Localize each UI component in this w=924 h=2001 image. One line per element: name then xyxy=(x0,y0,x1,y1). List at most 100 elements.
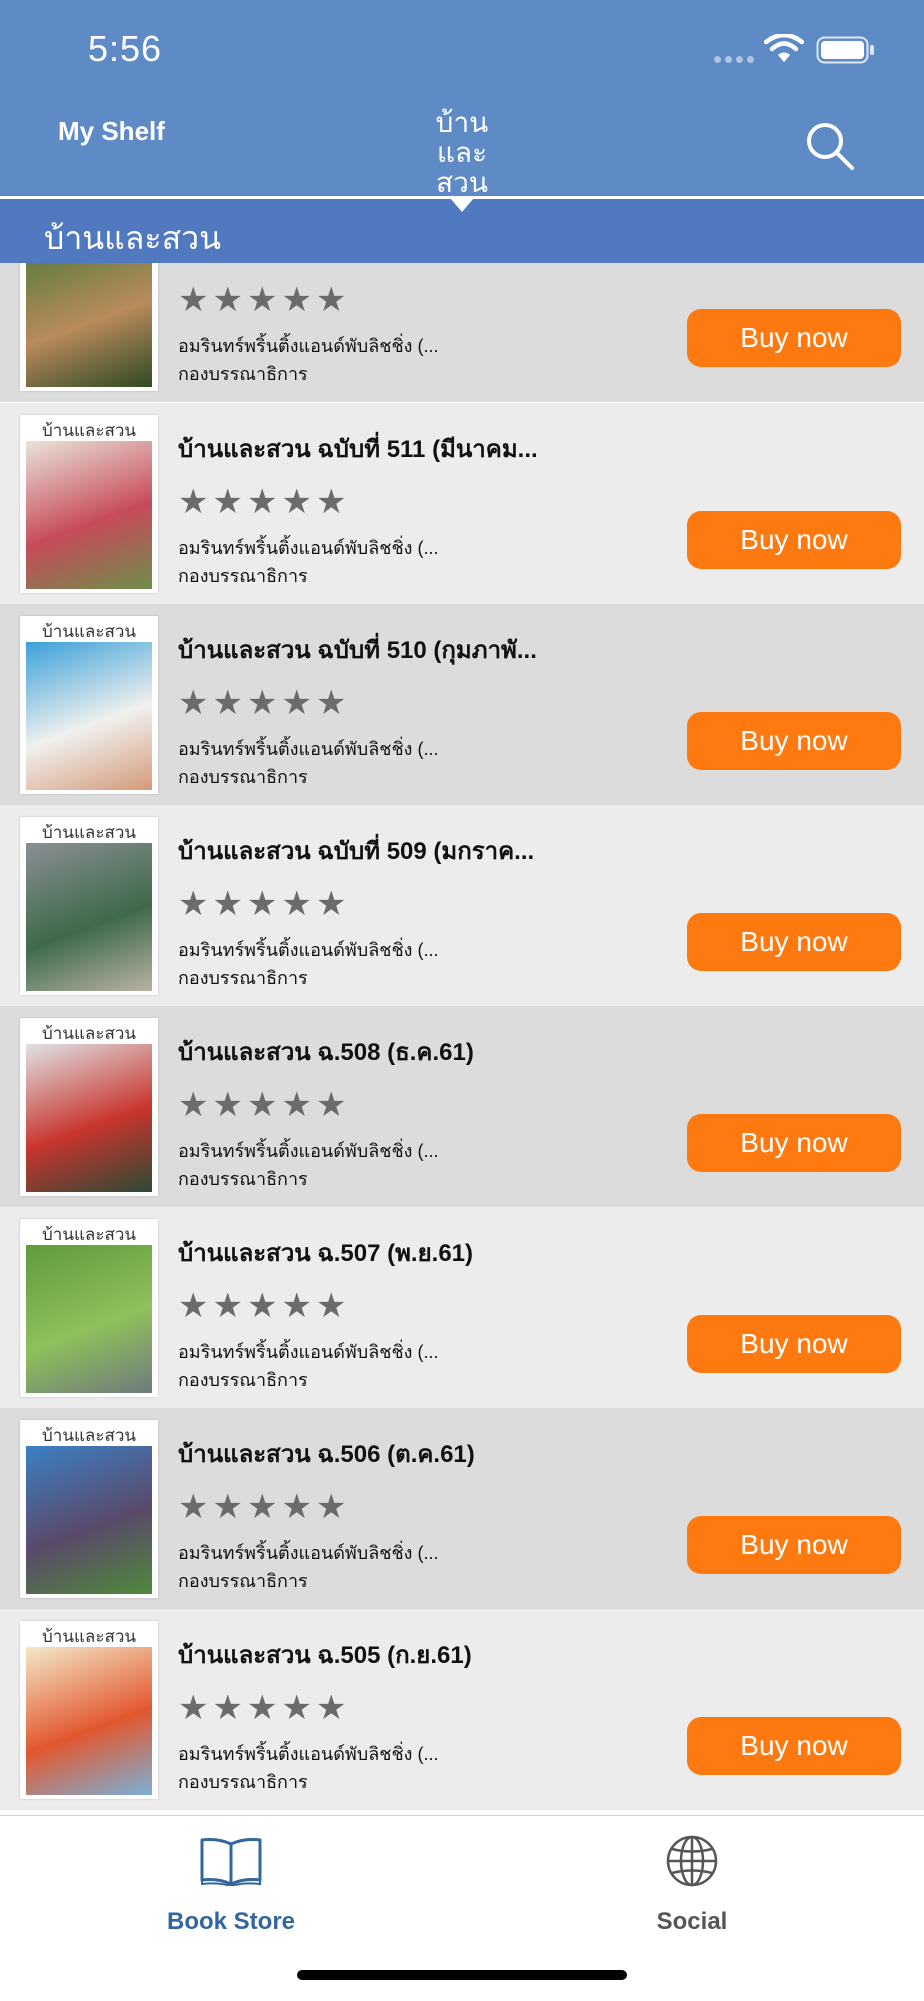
section-title: บ้านและสวน xyxy=(44,220,221,256)
tab-book-store-label: Book Store xyxy=(166,1908,295,1935)
star-icon: ★ xyxy=(212,684,243,722)
buy-now-button[interactable]: Buy now xyxy=(687,1516,901,1574)
star-icon: ★ xyxy=(281,281,312,319)
book-author: กองบรรณาธิการ xyxy=(178,767,308,787)
star-icon: ★ xyxy=(281,885,312,923)
book-author: กองบรรณาธิการ xyxy=(178,968,308,988)
star-icon: ★ xyxy=(246,684,278,722)
star-rating: ★ ★ ★ ★ ★ xyxy=(178,1088,346,1122)
star-icon: ★ xyxy=(315,1086,347,1124)
star-icon: ★ xyxy=(315,483,347,521)
star-icon: ★ xyxy=(212,281,243,319)
book-cover[interactable]: บ้านและสวน xyxy=(20,817,158,995)
star-icon: ★ xyxy=(246,483,278,521)
star-icon: ★ xyxy=(281,1287,312,1325)
star-rating: ★ ★ ★ ★ ★ xyxy=(178,1691,346,1725)
star-icon: ★ xyxy=(178,483,209,521)
search-icon[interactable] xyxy=(804,120,856,172)
star-icon: ★ xyxy=(212,1689,243,1727)
star-icon: ★ xyxy=(281,483,312,521)
buy-now-button[interactable]: Buy now xyxy=(687,1315,901,1373)
book-title[interactable]: บ้านและสวน ฉ.506 (ต.ค.61) xyxy=(178,1434,738,1473)
star-icon: ★ xyxy=(281,684,312,722)
home-indicator xyxy=(297,1970,627,1980)
buy-now-button[interactable]: Buy now xyxy=(687,712,901,770)
book-author: กองบรรณาธิการ xyxy=(178,1772,308,1792)
buy-now-button[interactable]: Buy now xyxy=(687,1114,901,1172)
tab-book-store[interactable]: Book Store xyxy=(131,1836,331,1936)
book-list[interactable]: บ้านและสวน บ้านและสวน ฉบับที่ 512 (เมษาย.… xyxy=(0,263,924,1815)
book-publisher: อมรินทร์พริ้นติ้งแอนด์พับลิชชิ่ง (... xyxy=(178,1342,439,1362)
book-title[interactable]: บ้านและสวน ฉ.505 (ก.ย.61) xyxy=(178,1635,738,1674)
cover-image xyxy=(26,843,152,991)
book-title[interactable]: บ้านและสวน ฉ.508 (ธ.ค.61) xyxy=(178,1032,738,1071)
star-icon: ★ xyxy=(212,1287,243,1325)
cover-image xyxy=(26,441,152,589)
cover-image xyxy=(26,1446,152,1594)
cover-masthead: บ้านและสวน xyxy=(41,421,136,441)
book-row[interactable]: บ้านและสวน บ้านและสวน ฉ.508 (ธ.ค.61) ★ ★ ★ ★ ★… xyxy=(0,1006,924,1207)
tab-social[interactable]: Social xyxy=(592,1835,792,1936)
book-row[interactable]: บ้านและสวน บ้านและสวน ฉบับที่ 510 (กุมภาพ… xyxy=(0,604,924,805)
star-icon: ★ xyxy=(212,1086,243,1124)
cover-masthead: บ้านและสวน xyxy=(41,823,136,843)
book-row[interactable]: บ้านและสวน บ้านและสวน ฉบับที่ 511 (มีนาคม… xyxy=(0,403,924,604)
book-author: กองบรรณาธิการ xyxy=(178,364,308,384)
star-icon: ★ xyxy=(246,281,278,319)
star-icon: ★ xyxy=(246,1086,278,1124)
book-cover[interactable]: บ้านและสวน xyxy=(20,263,158,391)
star-icon: ★ xyxy=(178,684,209,722)
book-row[interactable]: บ้านและสวน บ้านและสวน ฉ.506 (ต.ค.61) ★ ★ ★ ★ ★… xyxy=(0,1408,924,1609)
book-cover[interactable]: บ้านและสวน xyxy=(20,616,158,794)
book-author: กองบรรณาธิการ xyxy=(178,1370,308,1390)
open-book-icon xyxy=(200,1838,262,1886)
cover-masthead: บ้านและสวน xyxy=(41,1426,136,1446)
book-author: กองบรรณาธิการ xyxy=(178,1169,308,1189)
book-publisher: อมรินทร์พริ้นติ้งแอนด์พับลิชชิ่ง (... xyxy=(178,538,439,558)
my-shelf-button[interactable]: My Shelf xyxy=(58,116,165,147)
book-publisher: อมรินทร์พริ้นติ้งแอนด์พับลิชชิ่ง (... xyxy=(178,940,439,960)
cover-image xyxy=(26,642,152,790)
book-row[interactable]: บ้านและสวน บ้านและสวน ฉบับที่ 512 (เมษาย.… xyxy=(0,263,924,402)
buy-now-button[interactable]: Buy now xyxy=(687,309,901,367)
star-icon: ★ xyxy=(315,1689,347,1727)
star-icon: ★ xyxy=(281,1689,312,1727)
book-title[interactable]: บ้านและสวน ฉ.507 (พ.ย.61) xyxy=(178,1233,738,1272)
cover-image xyxy=(26,1044,152,1192)
book-row[interactable]: บ้านและสวน บ้านและสวน ฉ.505 (ก.ย.61) ★ ★ ★ ★ ★… xyxy=(0,1609,924,1810)
book-publisher: อมรินทร์พริ้นติ้งแอนด์พับลิชชิ่ง (... xyxy=(178,1543,439,1563)
cover-masthead: บ้านและสวน xyxy=(41,622,136,642)
book-title[interactable]: บ้านและสวน ฉบับที่ 509 (มกราค... xyxy=(178,831,738,870)
star-icon: ★ xyxy=(315,684,347,722)
book-cover[interactable]: บ้านและสวน xyxy=(20,415,158,593)
cover-image xyxy=(26,1647,152,1795)
header-notch xyxy=(450,198,474,212)
book-row[interactable]: บ้านและสวน บ้านและสวน ฉ.507 (พ.ย.61) ★ ★ ★ ★ ★… xyxy=(0,1207,924,1408)
star-icon: ★ xyxy=(212,1488,243,1526)
star-rating: ★ ★ ★ ★ ★ xyxy=(178,485,346,519)
star-icon: ★ xyxy=(281,1086,312,1124)
book-author: กองบรรณาธิการ xyxy=(178,1571,308,1591)
star-icon: ★ xyxy=(246,1488,278,1526)
star-icon: ★ xyxy=(281,1488,312,1526)
globe-icon xyxy=(666,1835,718,1887)
cover-masthead: บ้านและสวน xyxy=(41,1225,136,1245)
book-cover[interactable]: บ้านและสวน xyxy=(20,1621,158,1799)
book-publisher: อมรินทร์พริ้นติ้งแอนด์พับลิชชิ่ง (... xyxy=(178,336,439,356)
book-cover[interactable]: บ้านและสวน xyxy=(20,1219,158,1397)
book-title[interactable]: บ้านและสวน ฉบับที่ 512 (เมษาย... xyxy=(178,263,738,266)
book-title[interactable]: บ้านและสวน ฉบับที่ 510 (กุมภาพั... xyxy=(178,630,738,669)
book-cover[interactable]: บ้านและสวน xyxy=(20,1018,158,1196)
book-row[interactable]: บ้านและสวน บ้านและสวน ฉบับที่ 509 (มกราค.… xyxy=(0,805,924,1006)
star-icon: ★ xyxy=(178,885,209,923)
star-icon: ★ xyxy=(315,281,347,319)
book-cover[interactable]: บ้านและสวน xyxy=(20,1420,158,1598)
star-icon: ★ xyxy=(212,885,243,923)
star-icon: ★ xyxy=(178,1287,209,1325)
buy-now-button[interactable]: Buy now xyxy=(687,1717,901,1775)
book-title[interactable]: บ้านและสวน ฉบับที่ 511 (มีนาคม... xyxy=(178,429,738,468)
buy-now-button[interactable]: Buy now xyxy=(687,913,901,971)
star-icon: ★ xyxy=(178,1086,209,1124)
buy-now-button[interactable]: Buy now xyxy=(687,511,901,569)
battery-icon xyxy=(816,36,874,64)
